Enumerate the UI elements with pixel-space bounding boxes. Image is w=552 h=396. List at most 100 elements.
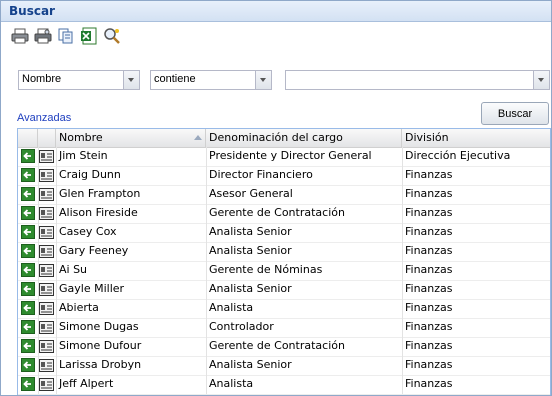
operator-select-value: contiene [154,73,196,85]
select-arrow-icon[interactable] [21,206,35,220]
select-arrow-icon[interactable] [21,301,35,315]
select-arrow-icon[interactable] [21,358,35,372]
cell-cargo: Analista [209,377,254,390]
cell-cargo: Analista Senior [209,282,292,295]
table-row[interactable]: Jeff Alpert Analista Finanzas [18,375,550,395]
print-preview-icon[interactable] [34,27,52,45]
cell-division: Finanzas [405,244,453,257]
select-arrow-icon[interactable] [21,320,35,334]
contact-card-icon[interactable] [39,282,54,297]
cell-division: Finanzas [405,206,453,219]
table-row[interactable]: Glen Frampton Asesor General Finanzas [18,185,550,205]
table-row[interactable]: Jim Stein Presidente y Director General Di… [18,147,550,167]
cell-division: Finanzas [405,358,453,371]
select-arrow-icon[interactable] [21,339,35,353]
cell-division: Finanzas [405,168,453,181]
chevron-down-icon[interactable] [255,71,271,89]
contact-card-icon[interactable] [39,244,54,259]
select-arrow-icon[interactable] [21,263,35,277]
cell-division: Finanzas [405,282,453,295]
select-arrow-icon[interactable] [21,225,35,239]
header-action-col [18,129,38,147]
cell-division: Finanzas [405,377,453,390]
table-row[interactable]: Larissa Drobyn Analista Senior Finanzas [18,356,550,376]
grid-header: Nombre Denominación del cargo División [18,129,550,148]
contact-card-icon[interactable] [39,339,54,354]
cell-cargo: Analista Senior [209,244,292,257]
header-nombre-label: Nombre [59,131,103,144]
printer-icon[interactable] [11,27,29,45]
contact-card-icon[interactable] [39,377,54,392]
select-arrow-icon[interactable] [21,377,35,391]
select-arrow-icon[interactable] [21,282,35,296]
cell-nombre: Casey Cox [59,225,117,238]
table-row[interactable]: Gayle Miller Analista Senior Finanzas [18,280,550,300]
cell-nombre: Alison Fireside [59,206,138,219]
operator-select[interactable]: contiene [150,70,272,90]
cell-cargo: Controlador [209,320,274,333]
select-arrow-icon[interactable] [21,168,35,182]
table-row[interactable]: Gary Feeney Analista Senior Finanzas [18,242,550,262]
table-row[interactable]: Ai Su Gerente de Nóminas Finanzas [18,261,550,281]
cell-nombre: Gayle Miller [59,282,125,295]
cell-cargo: Gerente de Contratación [209,339,345,352]
contact-card-icon[interactable] [39,187,54,202]
cell-cargo: Director Financiero [209,168,313,181]
contact-card-icon[interactable] [39,206,54,221]
table-row[interactable]: Simone Dufour Gerente de Contratación Fina… [18,337,550,357]
cell-division: Finanzas [405,339,453,352]
window-title: Buscar [9,4,55,18]
cell-division: Finanzas [405,301,453,314]
table-row[interactable]: Alison Fireside Gerente de Contratación Fi… [18,204,550,224]
cell-cargo: Asesor General [209,187,293,200]
cell-division: Finanzas [405,225,453,238]
value-select[interactable] [285,70,550,90]
advanced-link[interactable]: Avanzadas [17,112,71,124]
select-arrow-icon[interactable] [21,149,35,163]
cell-cargo: Gerente de Contratación [209,206,345,219]
search-settings-icon[interactable] [103,27,121,45]
contact-card-icon[interactable] [39,263,54,278]
header-division[interactable]: División [402,129,550,147]
chevron-down-icon[interactable] [533,71,549,89]
contact-card-icon[interactable] [39,225,54,240]
header-nombre[interactable]: Nombre [56,129,206,147]
table-row[interactable]: Abierta Analista Finanzas [18,299,550,319]
field-select[interactable]: Nombre [18,70,140,90]
cell-division: Finanzas [405,320,453,333]
cell-cargo: Analista Senior [209,358,292,371]
sort-ascending-icon [194,135,202,140]
header-card-col [38,129,56,147]
header-cargo-label: Denominación del cargo [209,131,343,144]
contact-card-icon[interactable] [39,320,54,335]
table-row[interactable]: Casey Cox Analista Senior Finanzas [18,223,550,243]
search-button[interactable]: Buscar [481,102,549,125]
chevron-down-icon[interactable] [123,71,139,89]
cell-cargo: Presidente y Director General [209,149,372,162]
header-cargo[interactable]: Denominación del cargo [206,129,402,147]
excel-export-icon[interactable] [80,27,98,45]
cell-nombre: Jim Stein [59,149,108,162]
contact-card-icon[interactable] [39,149,54,164]
select-arrow-icon[interactable] [21,187,35,201]
cell-nombre: Simone Dufour [59,339,142,352]
cell-nombre: Glen Frampton [59,187,141,200]
contact-card-icon[interactable] [39,168,54,183]
cell-nombre: Simone Dugas [59,320,139,333]
header-division-label: División [405,131,449,144]
table-row[interactable]: Craig Dunn Director Financiero Finanzas [18,166,550,186]
cell-nombre: Ai Su [59,263,88,276]
cell-division: Finanzas [405,263,453,276]
select-arrow-icon[interactable] [21,244,35,258]
results-grid: Nombre Denominación del cargo División J… [17,128,551,395]
field-select-value: Nombre [22,73,62,85]
copy-icon[interactable] [57,27,75,45]
table-row[interactable]: Simone Dugas Controlador Finanzas [18,318,550,338]
cell-nombre: Craig Dunn [59,168,121,181]
cell-division: Finanzas [405,187,453,200]
contact-card-icon[interactable] [39,358,54,373]
contact-card-icon[interactable] [39,301,54,316]
cell-nombre: Jeff Alpert [59,377,114,390]
search-window: Buscar Nombre contiene Avanzadas Buscar [0,0,552,396]
cell-division: Dirección Ejecutiva [405,149,511,162]
